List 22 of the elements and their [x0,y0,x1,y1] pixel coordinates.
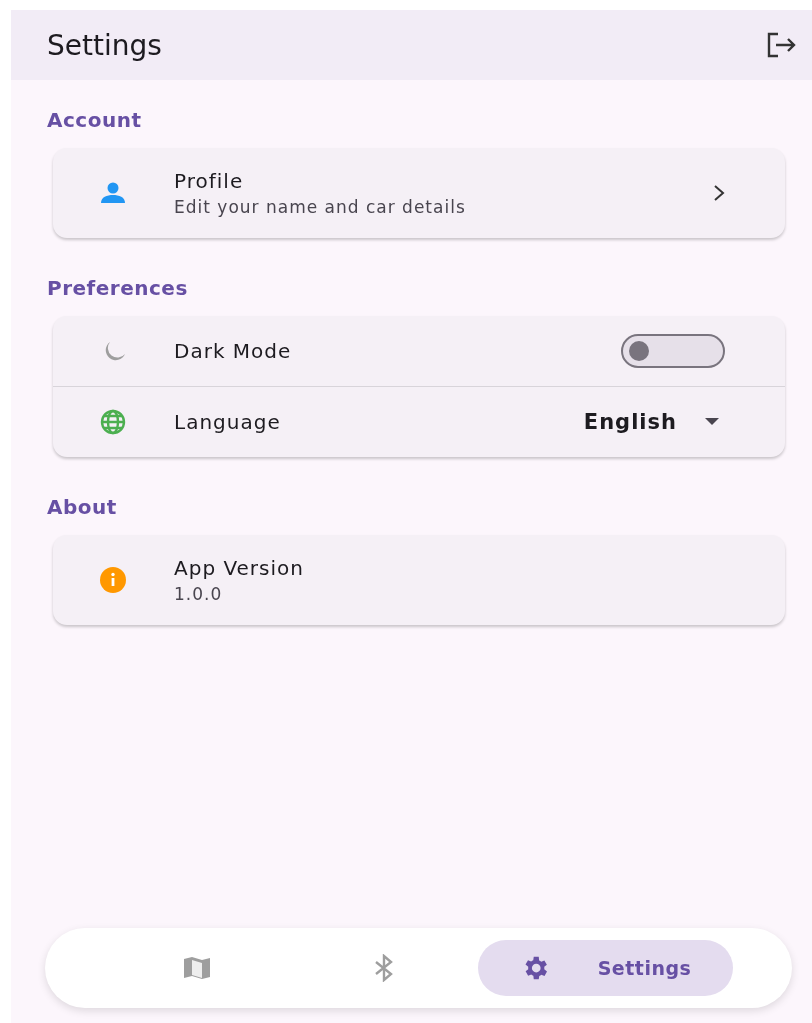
info-icon [100,567,126,593]
section-header: Preferences [47,276,189,300]
row-subtitle: 1.0.0 [174,584,224,604]
map-icon [182,956,211,980]
settings-row[interactable]: Profile Edit your name and car details [53,148,785,238]
caret-down-icon [705,418,719,426]
row-title: Profile [174,169,245,193]
toggle-switch[interactable] [621,334,725,368]
person-icon [100,182,126,204]
row-title: App Version [174,556,305,580]
logout-icon[interactable] [766,32,796,58]
app-bar-title: Settings [47,28,162,62]
row-title: Dark Mode [174,339,293,363]
nav-tab[interactable]: Settings [478,940,733,996]
bluetooth-icon [374,954,395,982]
globe-icon [100,409,126,435]
chevron-right-icon [713,184,725,202]
row-subtitle: Edit your name and car details [174,197,467,217]
section-header: Account [47,108,143,132]
section-header: About [47,495,118,519]
language-dropdown[interactable]: English [583,410,719,434]
row-title: Language [174,410,282,434]
